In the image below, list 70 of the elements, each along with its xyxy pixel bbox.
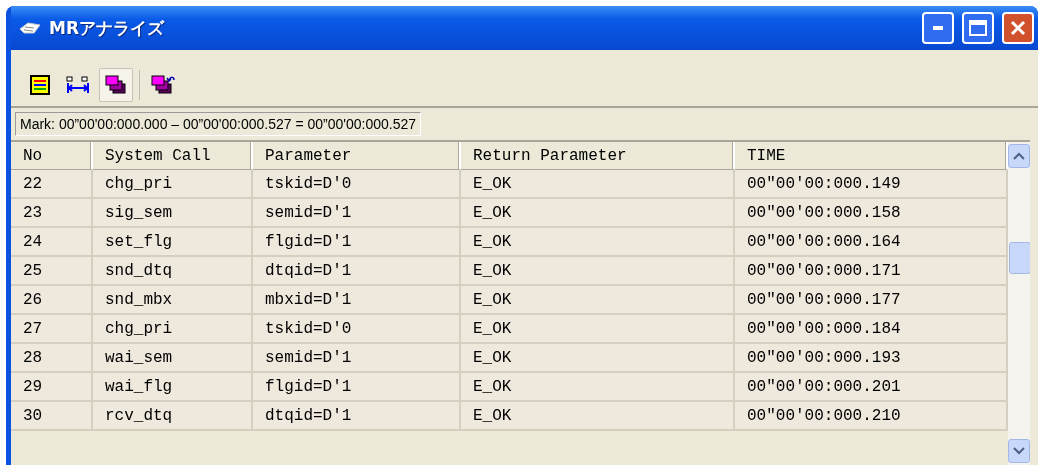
stacked-blocks-icon: [104, 74, 128, 96]
maximize-button[interactable]: [962, 12, 994, 44]
table-cell: E_OK: [461, 373, 735, 402]
minimize-button[interactable]: [922, 12, 954, 44]
table-cell: 30: [11, 402, 93, 431]
table-cell: 00"00'00:000.177: [735, 286, 1008, 315]
scroll-up-button[interactable]: [1008, 144, 1030, 168]
table-cell: E_OK: [461, 402, 735, 431]
table-cell: 25: [11, 257, 93, 286]
table-cell: 00"00'00:000.184: [735, 315, 1008, 344]
chart-icon: [30, 75, 50, 95]
table-cell: 28: [11, 344, 93, 373]
table-cell: E_OK: [461, 257, 735, 286]
table-cell: mbxid=D'1: [253, 286, 461, 315]
close-button[interactable]: [1002, 12, 1034, 44]
table-cell: 00"00'00:000.149: [735, 170, 1008, 199]
table-cell: 24: [11, 228, 93, 257]
table-cell: 00"00'00:000.210: [735, 402, 1008, 431]
close-icon: [1010, 20, 1026, 36]
scroll-thumb[interactable]: [1009, 242, 1030, 274]
column-header[interactable]: System Call: [93, 142, 253, 170]
table-cell: 27: [11, 315, 93, 344]
table-cell: 00"00'00:000.164: [735, 228, 1008, 257]
toolbar-button[interactable]: [99, 68, 133, 102]
table-cell: set_flg: [93, 228, 253, 257]
table-cell: E_OK: [461, 344, 735, 373]
table-cell: 23: [11, 199, 93, 228]
table-cell: semid=D'1: [253, 344, 461, 373]
table-cell: wai_sem: [93, 344, 253, 373]
minimize-icon: [933, 26, 943, 30]
table-cell: snd_mbx: [93, 286, 253, 315]
table-cell: tskid=D'0: [253, 315, 461, 344]
table-cell: chg_pri: [93, 315, 253, 344]
mark-readout: Mark: 00”00'00:000.000 – 00”00'00:000.527 = 00”00'00:000.527: [15, 112, 422, 136]
table-cell: E_OK: [461, 315, 735, 344]
column-header[interactable]: TIME: [735, 142, 1008, 170]
table-cell: 00"00'00:000.158: [735, 199, 1008, 228]
chevron-up-icon: [1013, 152, 1025, 160]
table-cell: E_OK: [461, 170, 735, 199]
table-cell: dtqid=D'1: [253, 402, 461, 431]
table-cell: semid=D'1: [253, 199, 461, 228]
table-cell: 00"00'00:000.171: [735, 257, 1008, 286]
table-cell: sig_sem: [93, 199, 253, 228]
table-cell: dtqid=D'1: [253, 257, 461, 286]
maximize-icon: [969, 20, 987, 36]
table-cell: 00"00'00:000.201: [735, 373, 1008, 402]
column-header[interactable]: Parameter: [253, 142, 461, 170]
span-arrows-icon: [65, 75, 91, 95]
vertical-scrollbar[interactable]: [1008, 142, 1030, 465]
stacked-blocks-arrow-icon: [150, 74, 176, 96]
table-cell: E_OK: [461, 286, 735, 315]
table-cell: E_OK: [461, 228, 735, 257]
app-icon: [19, 21, 41, 35]
table-cell: 22: [11, 170, 93, 199]
table-cell: tskid=D'0: [253, 170, 461, 199]
table-cell: rcv_dtq: [93, 402, 253, 431]
column-header[interactable]: Return Parameter: [461, 142, 735, 170]
window-title: MRアナライズ: [49, 16, 166, 40]
table-cell: E_OK: [461, 199, 735, 228]
table-cell: 29: [11, 373, 93, 402]
scroll-down-button[interactable]: [1008, 439, 1030, 463]
table-cell: wai_flg: [93, 373, 253, 402]
chevron-down-icon: [1013, 447, 1025, 455]
column-header[interactable]: No: [11, 142, 93, 170]
table-cell: 00"00'00:000.193: [735, 344, 1008, 373]
table-cell: 26: [11, 286, 93, 315]
table-cell: flgid=D'1: [253, 373, 461, 402]
table-cell: snd_dtq: [93, 257, 253, 286]
table-cell: chg_pri: [93, 170, 253, 199]
table-cell: flgid=D'1: [253, 228, 461, 257]
